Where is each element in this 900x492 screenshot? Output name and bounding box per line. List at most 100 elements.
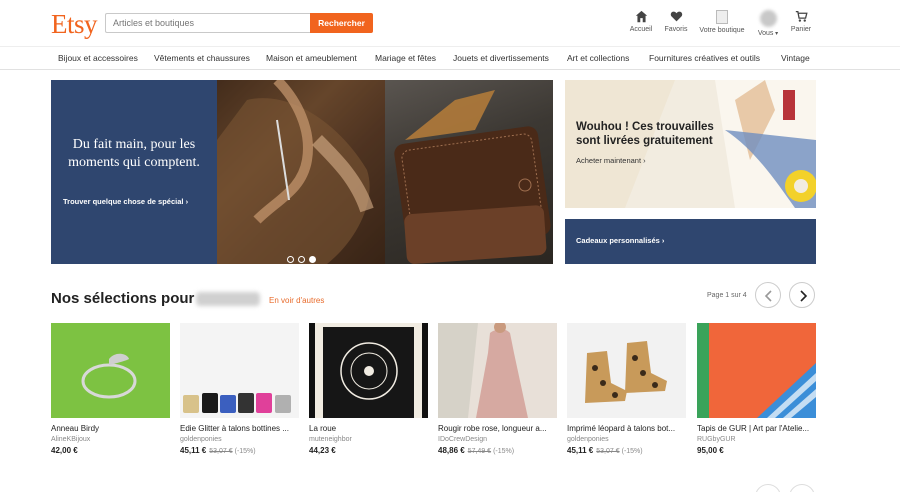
product-title[interactable]: Imprimé léopard à talons bot... [567, 424, 686, 433]
price-discount: (-15%) [234, 448, 256, 455]
product-card[interactable]: Rougir robe rose, longueur a... IDoCrewD… [438, 323, 557, 455]
product-price: 95,00 € [697, 446, 816, 455]
price-original: 53,07 € [596, 448, 620, 455]
home-icon [635, 10, 647, 23]
product-image[interactable] [309, 323, 428, 418]
shop-name[interactable]: muteneighbor [309, 436, 428, 443]
product-image[interactable] [567, 323, 686, 418]
chevron-down-icon: ▾ [773, 31, 779, 37]
nav-you[interactable]: Vous ▾ [754, 10, 782, 37]
category-nav: Bijoux et accessoires Vêtements et chaus… [0, 46, 900, 70]
shop-name[interactable]: IDoCrewDesign [438, 436, 557, 443]
shop-icon [716, 10, 728, 24]
carousel-dot-1[interactable] [287, 256, 294, 263]
chevron-right-icon: › [643, 156, 646, 165]
nav-you-label: Vous [757, 30, 774, 37]
hero-image-wallet [385, 80, 553, 264]
product-card[interactable]: La roue muteneighbor 44,23 € [309, 323, 428, 455]
page-indicator: Page 1 sur 4 [707, 292, 747, 299]
category-wedding[interactable]: Mariage et fêtes [375, 53, 436, 63]
carousel-dot-3[interactable] [309, 256, 316, 263]
hero-link[interactable]: Trouver quelque chose de spécial › [63, 197, 188, 206]
category-clothing[interactable]: Vêtements et chaussures [154, 53, 250, 63]
price-current: 42,00 € [51, 446, 78, 455]
price-current: 45,11 € [180, 446, 207, 455]
carousel-dot-2[interactable] [298, 256, 305, 263]
blurred-username [196, 292, 260, 306]
promo-link[interactable]: Acheter maintenant › [576, 156, 646, 165]
product-title[interactable]: La roue [309, 424, 428, 433]
gifts-link-label: Cadeaux personnalisés [576, 236, 660, 245]
nav-home-label: Accueil [629, 26, 653, 33]
shop-name[interactable]: goldenponies [567, 436, 686, 443]
next-section-previous-button[interactable] [755, 484, 781, 492]
ring-illustration [81, 353, 137, 399]
chevron-right-icon: › [185, 197, 189, 206]
shop-name[interactable]: goldenponies [180, 436, 299, 443]
product-card[interactable]: Edie Glitter à talons bottines ... golde… [180, 323, 299, 455]
product-title[interactable]: Anneau Birdy [51, 424, 170, 433]
price-current: 45,11 € [567, 446, 594, 455]
price-current: 44,23 € [309, 446, 336, 455]
chevron-right-icon [800, 290, 808, 302]
product-title[interactable]: Edie Glitter à talons bottines ... [180, 424, 299, 433]
nav-shop-label: Votre boutique [699, 27, 745, 34]
dress-illustration [438, 323, 528, 418]
price-current: 48,86 € [438, 446, 465, 455]
product-title[interactable]: Rougir robe rose, longueur a... [438, 424, 557, 433]
rug-illustration [709, 323, 816, 418]
shop-name[interactable]: AlineKBijoux [51, 436, 170, 443]
price-current: 95,00 € [697, 446, 724, 455]
see-more-link[interactable]: En voir d'autres [269, 296, 324, 305]
product-image[interactable] [180, 323, 299, 418]
leather-craft-illustration [217, 80, 385, 264]
product-price: 42,00 € [51, 446, 170, 455]
product-image[interactable] [51, 323, 170, 418]
nav-shop[interactable]: Votre boutique [696, 10, 748, 34]
product-image[interactable] [697, 323, 816, 418]
hero-panel: Du fait main, pour les moments qui compt… [51, 80, 217, 264]
previous-button[interactable] [755, 282, 781, 308]
product-card[interactable]: Imprimé léopard à talons bot... goldenpo… [567, 323, 686, 455]
price-discount: (-15%) [493, 448, 515, 455]
promo-title: Wouhou ! Ces trouvailles sont livrées gr… [576, 121, 714, 147]
hero-link-label: Trouver quelque chose de spécial [63, 197, 184, 206]
free-shipping-promo[interactable]: Wouhou ! Ces trouvailles sont livrées gr… [565, 80, 816, 208]
product-price: 45,11 €53,07 € (-15%) [567, 446, 686, 455]
nav-cart-label: Panier [790, 26, 812, 33]
wallet-illustration [394, 90, 551, 264]
price-original: 57,49 € [467, 448, 492, 455]
nav-favorites[interactable]: Favoris [662, 10, 690, 33]
product-image[interactable] [438, 323, 557, 418]
heart-icon [670, 11, 682, 22]
product-price: 45,11 €53,07 € (-15%) [180, 446, 299, 455]
nav-cart[interactable]: Panier [788, 10, 814, 33]
next-button[interactable] [789, 282, 815, 308]
leopard-boots-illustration [585, 341, 667, 403]
category-supplies[interactable]: Fournitures créatives et outils [649, 53, 760, 63]
hero-title: Du fait main, pour les moments qui compt… [68, 137, 200, 170]
product-card[interactable]: Tapis de GUR | Art par l'Atelie... RUGby… [697, 323, 816, 455]
chevron-left-icon [764, 290, 772, 302]
category-toys[interactable]: Jouets et divertissements [453, 53, 549, 63]
nav-favorites-label: Favoris [664, 26, 688, 33]
picks-title: Nos sélections pour [51, 290, 195, 307]
category-art[interactable]: Art et collections [567, 53, 629, 63]
gifts-link[interactable]: Cadeaux personnalisés › [576, 236, 664, 245]
hero-carousel-dots [287, 250, 320, 268]
next-section-next-button[interactable] [789, 484, 815, 492]
category-home[interactable]: Maison et ameublement [266, 53, 357, 63]
category-jewelry[interactable]: Bijoux et accessoires [58, 53, 138, 63]
promo-link-label: Acheter maintenant [576, 156, 642, 165]
shop-name[interactable]: RUGbyGUR [697, 436, 816, 443]
cart-icon [795, 10, 808, 22]
price-discount: (-15%) [621, 448, 643, 455]
product-price: 44,23 € [309, 446, 428, 455]
tarot-print-illustration [315, 323, 422, 418]
product-card[interactable]: Anneau Birdy AlineKBijoux 42,00 € [51, 323, 170, 455]
site-header: Etsy Rechercher Accueil Favoris Votre bo… [0, 0, 900, 46]
personalized-gifts-promo[interactable]: Cadeaux personnalisés › [565, 219, 816, 264]
product-title[interactable]: Tapis de GUR | Art par l'Atelie... [697, 424, 816, 433]
nav-home[interactable]: Accueil [626, 10, 656, 33]
category-vintage[interactable]: Vintage [781, 53, 810, 63]
